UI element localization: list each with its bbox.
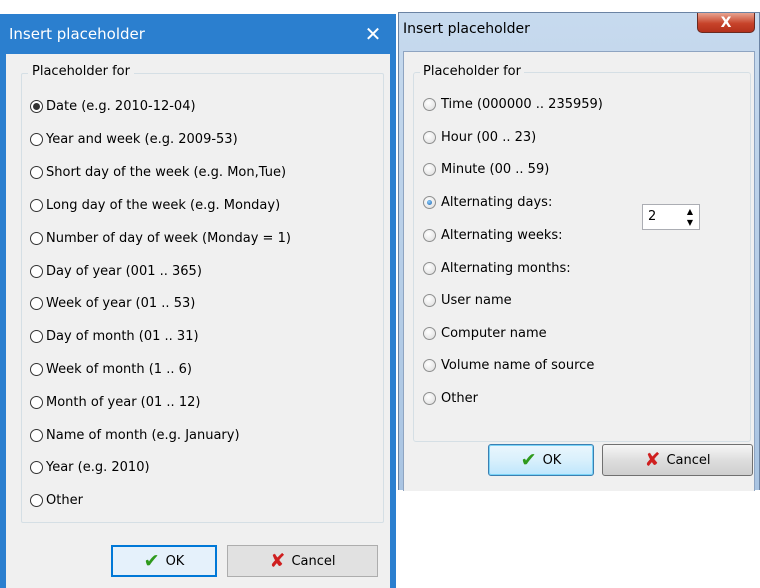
radio-button[interactable] (423, 358, 436, 372)
radio-label: Date (e.g. 2010-12-04) (46, 98, 196, 114)
dialog-title: Insert placeholder (403, 21, 530, 37)
radio-label: Week of year (01 .. 53) (46, 295, 196, 311)
radio-button[interactable] (30, 493, 43, 507)
close-icon[interactable]: ✕ (356, 18, 390, 50)
radio-other[interactable]: Other (423, 388, 478, 408)
dialog-title: Insert placeholder (9, 25, 145, 43)
radio-alternating-months[interactable]: Alternating months: (423, 258, 571, 278)
radio-button[interactable] (423, 293, 436, 307)
radio-label: Alternating weeks: (441, 227, 563, 243)
radio-label: User name (441, 292, 512, 308)
radio-label: Other (46, 492, 83, 508)
group-label: Placeholder for (28, 64, 134, 79)
radio-computer-name[interactable]: Computer name (423, 323, 547, 343)
radio-button[interactable] (30, 362, 43, 376)
radio-hour[interactable]: Hour (00 .. 23) (423, 127, 536, 147)
radio-button[interactable] (30, 296, 43, 310)
radio-button[interactable] (423, 391, 436, 405)
radio-label: Number of day of week (Monday = 1) (46, 230, 291, 246)
triangle-up-icon[interactable]: ▲ (682, 206, 698, 217)
check-icon: ✔ (143, 549, 160, 572)
ok-button[interactable]: ✔ OK (488, 444, 594, 476)
insert-placeholder-dialog-right: Insert placeholder X Placeholder for Tim… (398, 12, 760, 491)
radio-label: Short day of the week (e.g. Mon,Tue) (46, 164, 287, 180)
radio-other[interactable]: Other (30, 490, 83, 510)
radio-button[interactable] (30, 329, 43, 343)
radio-year[interactable]: Year (e.g. 2010) (30, 457, 150, 477)
radio-user-name[interactable]: User name (423, 290, 512, 310)
x-icon: ✘ (644, 448, 661, 471)
check-icon: ✔ (520, 448, 537, 471)
close-icon[interactable]: X (697, 13, 755, 33)
radio-label: Name of month (e.g. January) (46, 427, 240, 443)
radio-label: Alternating days: (441, 194, 553, 210)
radio-number-of-day[interactable]: Number of day of week (Monday = 1) (30, 228, 291, 248)
radio-label: Year (e.g. 2010) (46, 459, 150, 475)
alternating-days-stepper[interactable]: 2 ▲ ▼ (642, 204, 700, 230)
radio-volume-name[interactable]: Volume name of source (423, 355, 594, 375)
radio-button[interactable] (30, 99, 43, 113)
radio-button[interactable] (423, 162, 436, 176)
radio-name-of-month[interactable]: Name of month (e.g. January) (30, 425, 240, 445)
radio-button[interactable] (423, 97, 436, 111)
radio-label: Time (000000 .. 235959) (441, 96, 603, 112)
cancel-label: Cancel (291, 553, 336, 569)
radio-button[interactable] (30, 132, 43, 146)
ok-label: OK (542, 452, 562, 468)
radio-label: Long day of the week (e.g. Monday) (46, 197, 281, 213)
radio-label: Month of year (01 .. 12) (46, 394, 201, 410)
radio-date[interactable]: Date (e.g. 2010-12-04) (30, 96, 196, 116)
ok-label: OK (165, 553, 185, 569)
radio-button[interactable] (30, 198, 43, 212)
radio-label: Hour (00 .. 23) (441, 129, 537, 145)
radio-week-of-year[interactable]: Week of year (01 .. 53) (30, 293, 195, 313)
title-bar[interactable]: Insert placeholder ✕ (0, 14, 396, 54)
radio-week-of-month[interactable]: Week of month (1 .. 6) (30, 359, 192, 379)
radio-minute[interactable]: Minute (00 .. 59) (423, 159, 549, 179)
radio-label: Alternating months: (441, 260, 571, 276)
radio-button[interactable] (30, 165, 43, 179)
cancel-button[interactable]: ✘ Cancel (227, 545, 378, 577)
radio-button[interactable] (30, 231, 43, 245)
stepper-value[interactable]: 2 (648, 209, 656, 224)
radio-label: Week of month (1 .. 6) (46, 361, 192, 377)
radio-button[interactable] (30, 395, 43, 409)
radio-label: Computer name (441, 325, 547, 341)
dialog-body: Placeholder for Date (e.g. 2010-12-04) Y… (6, 54, 390, 588)
radio-button[interactable] (423, 261, 436, 275)
group-label: Placeholder for (420, 64, 524, 79)
radio-button[interactable] (423, 326, 436, 340)
radio-month-of-year[interactable]: Month of year (01 .. 12) (30, 392, 200, 412)
radio-button[interactable] (423, 130, 436, 144)
cancel-label: Cancel (666, 452, 711, 468)
radio-year-and-week[interactable]: Year and week (e.g. 2009-53) (30, 129, 238, 149)
radio-label: Day of month (01 .. 31) (46, 328, 199, 344)
dialog-body: Placeholder for Time (000000 .. 235959) … (403, 51, 755, 491)
insert-placeholder-dialog-left: Insert placeholder ✕ Placeholder for Dat… (0, 14, 396, 588)
radio-day-of-month[interactable]: Day of month (01 .. 31) (30, 326, 199, 346)
radio-button[interactable] (30, 428, 43, 442)
radio-label: Year and week (e.g. 2009-53) (46, 131, 238, 147)
radio-label: Other (441, 390, 478, 406)
x-icon: ✘ (269, 549, 286, 572)
radio-button[interactable] (30, 264, 43, 278)
radio-button[interactable] (423, 195, 436, 209)
radio-button[interactable] (30, 460, 43, 474)
ok-button[interactable]: ✔ OK (111, 545, 217, 577)
radio-short-day[interactable]: Short day of the week (e.g. Mon,Tue) (30, 162, 286, 182)
cancel-button[interactable]: ✘ Cancel (602, 444, 753, 476)
radio-alternating-weeks[interactable]: Alternating weeks: (423, 225, 563, 245)
radio-button[interactable] (423, 228, 436, 242)
triangle-down-icon[interactable]: ▼ (682, 217, 698, 228)
radio-alternating-days[interactable]: Alternating days: (423, 192, 552, 212)
radio-label: Day of year (001 .. 365) (46, 263, 202, 279)
radio-day-of-year[interactable]: Day of year (001 .. 365) (30, 261, 202, 281)
radio-time[interactable]: Time (000000 .. 235959) (423, 94, 603, 114)
radio-label: Volume name of source (441, 357, 595, 373)
radio-label: Minute (00 .. 59) (441, 161, 550, 177)
radio-long-day[interactable]: Long day of the week (e.g. Monday) (30, 195, 280, 215)
